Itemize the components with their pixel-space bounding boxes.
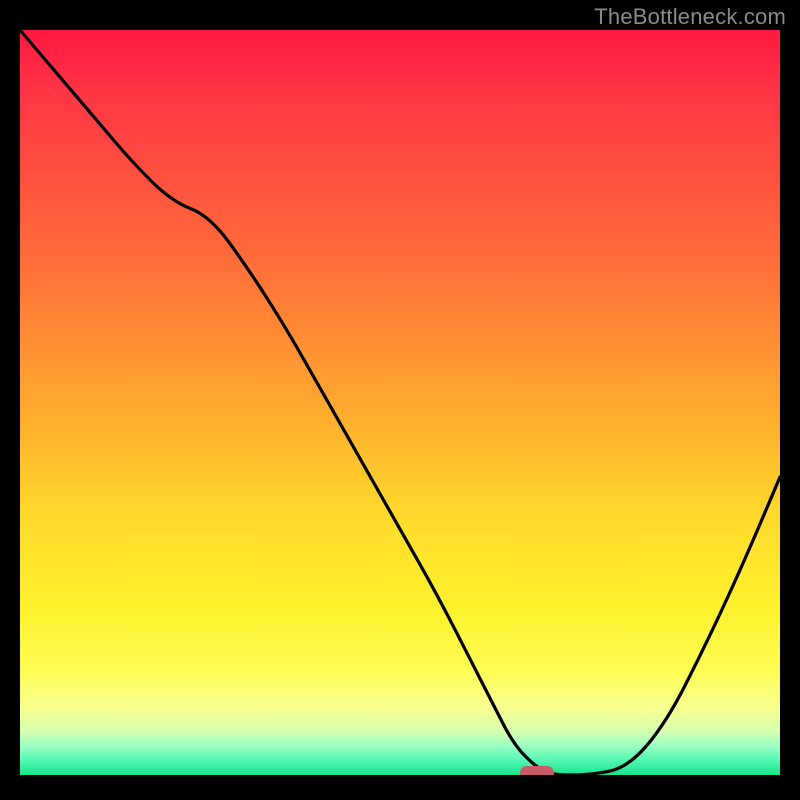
optimal-marker: [520, 766, 554, 775]
plot-area: [20, 30, 780, 775]
attribution-text: TheBottleneck.com: [594, 4, 786, 30]
bottleneck-curve: [20, 30, 780, 775]
chart-frame: TheBottleneck.com: [0, 0, 800, 800]
